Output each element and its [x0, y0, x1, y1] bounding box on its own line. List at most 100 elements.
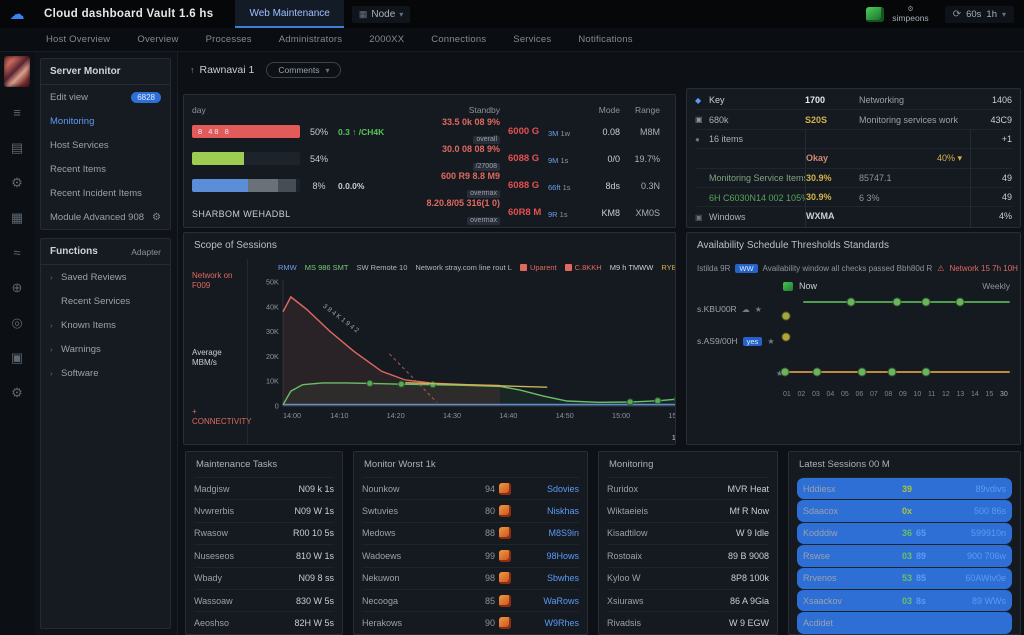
list-item[interactable]: RwasowR00 10 5s [194, 522, 334, 544]
sidebar-item-edit-view[interactable]: Edit view6828 [41, 85, 170, 109]
overview-row[interactable]: SHARBOM WEHADBL8.20.8/05 316(1 0)overmax… [192, 199, 667, 226]
item-link[interactable]: Niskhas [517, 506, 579, 516]
list-item[interactable]: KisadtilowW 9 Idle [607, 522, 769, 544]
sidebar-item-recent-services[interactable]: Recent Services [41, 289, 170, 313]
item-link[interactable]: 89vdivs [946, 484, 1006, 494]
list-item[interactable]: Medows88M8S9in [362, 522, 579, 544]
sidebar-item-recent-incident-items[interactable]: Recent Incident Items [41, 181, 170, 205]
info-row[interactable]: ▣WindowsWXMA4% [695, 207, 1012, 226]
signal-icon[interactable]: ≈ [0, 235, 34, 270]
legend-item[interactable]: RMW [278, 263, 297, 272]
info-row[interactable]: ◆Key1700Networking1406 [695, 91, 1012, 110]
tab-administrators[interactable]: Administrators [279, 34, 343, 45]
list-item[interactable]: Xsaackov038s89 WWs [797, 589, 1012, 611]
info-row[interactable]: ▣680kS20SMonitoring services work43C9 [695, 110, 1012, 129]
weekly-label[interactable]: Weekly [982, 281, 1010, 291]
overview-row[interactable]: 8%0.0.0%600 R9 8.8 M9overmax6088 G66ft 1… [192, 172, 667, 199]
item-link[interactable]: Sbwhes [517, 573, 579, 583]
tab-host-overview[interactable]: Host Overview [46, 34, 110, 45]
grid-icon[interactable]: ▦ [0, 200, 34, 235]
item-link[interactable]: Sdovies [517, 484, 579, 494]
availability-row[interactable]: s.KBU00R☁★ [687, 293, 1020, 325]
legend-item[interactable]: MS 986 SMT [305, 263, 349, 272]
tab-overview[interactable]: Overview [137, 34, 178, 45]
list-item[interactable]: Hddiesx3989vdivs [797, 477, 1012, 499]
list-item[interactable]: Kodddiw3665599910n [797, 522, 1012, 544]
list-item[interactable]: Nounkow94Sdovies [362, 477, 579, 499]
status-dot-icon[interactable] [956, 298, 965, 307]
item-link[interactable]: 89 WWs [946, 596, 1006, 606]
header-active-tab[interactable]: Web Maintenance [235, 0, 343, 28]
item-link[interactable]: 98Hows [517, 551, 579, 561]
list-item[interactable]: Wassoaw830 W 5s [194, 589, 334, 611]
dashboard-icon[interactable]: ▤ [0, 130, 34, 165]
status-dot-icon[interactable] [782, 312, 791, 321]
list-item[interactable]: Xsiuraws86 A 9Gia [607, 589, 769, 611]
gear-icon[interactable]: ⚙ [152, 212, 161, 223]
item-link[interactable]: WaRows [517, 596, 579, 606]
list-item[interactable]: WiktaeieisMf R Now [607, 499, 769, 521]
status-dot-icon[interactable] [922, 368, 931, 377]
list-item[interactable]: Aeoshso82H W 5s [194, 611, 334, 633]
item-link[interactable]: 900 706w [946, 551, 1006, 561]
item-link[interactable]: M8S9in [517, 528, 579, 538]
list-item[interactable]: RuridoxMVR Heat [607, 477, 769, 499]
list-item[interactable]: Sdaacox0x500 86s [797, 499, 1012, 521]
status-dot-icon[interactable] [782, 333, 791, 342]
availability-badge[interactable]: WW [735, 264, 757, 273]
item-link[interactable]: W9Rhes [517, 618, 579, 628]
status-dot-icon[interactable] [781, 368, 790, 377]
sidebar-item-saved-reviews[interactable]: ›Saved Reviews [41, 265, 170, 289]
list-item[interactable]: MadgiswN09 k 1s [194, 477, 334, 499]
legend-item[interactable]: C.8KKH [565, 263, 602, 272]
item-link[interactable]: 500 86s [946, 506, 1006, 516]
availability-row[interactable]: s.AS9/00Hyes★ [687, 325, 1020, 357]
list-item[interactable]: Acdidet [797, 611, 1012, 633]
legend-item[interactable]: Network stray.com line rout L [415, 263, 512, 272]
item-link[interactable]: 599910n [946, 528, 1006, 538]
overview-row[interactable]: 54%30.0 08 08 9%/270086088 G9M 1s0/019.7… [192, 145, 667, 172]
status-dot-icon[interactable] [922, 298, 931, 307]
tab-notifications[interactable]: Notifications [578, 34, 632, 45]
sidebar-item-known-items[interactable]: ›Known Items [41, 313, 170, 337]
comments-pill-button[interactable]: Comments ▾ [266, 62, 341, 78]
list-item[interactable]: Rrvenos538560AWiv0e [797, 567, 1012, 589]
menu-icon[interactable]: ≡ [0, 95, 34, 130]
list-item[interactable]: Necooga85WaRows [362, 589, 579, 611]
sidebar-item-warnings[interactable]: ›Warnings [41, 337, 170, 361]
list-item[interactable]: Rswse0389900 706w [797, 544, 1012, 566]
info-row[interactable]: 6H C6030N14 002 105%30.9%6 3%49 [695, 188, 1012, 207]
status-dot-icon[interactable] [858, 368, 867, 377]
overview-row[interactable]: 8 48 850%0.3 ↑ /CH4K33.5 0k 08 9%overall… [192, 118, 667, 145]
sidebar-panel2-right-label[interactable]: Adapter [131, 247, 161, 257]
user-menu[interactable]: ⚙ simpeons [892, 6, 928, 23]
list-item[interactable]: NvwrerbisN09 W 1s [194, 499, 334, 521]
list-item[interactable]: Wadoews9998Hows [362, 544, 579, 566]
item-link[interactable]: 60AWiv0e [946, 573, 1006, 583]
legend-item[interactable]: Uparent [520, 263, 557, 272]
settings-icon[interactable]: ⚙ [0, 375, 34, 410]
list-item[interactable]: Rostoaix89 B 9008 [607, 544, 769, 566]
info-row[interactable]: Okay40% ▾ [695, 149, 1012, 168]
status-dot-icon[interactable] [847, 298, 856, 307]
availability-row[interactable]: ★ [687, 357, 1020, 389]
sidebar-item-monitoring[interactable]: Monitoring [41, 109, 170, 133]
list-item[interactable]: Swtuvies80Niskhas [362, 499, 579, 521]
tab-2000xx[interactable]: 2000XX [369, 34, 404, 45]
legend-item[interactable]: RYBW [661, 263, 676, 272]
app-logo-icon[interactable]: ☁ [0, 5, 34, 23]
tab-processes[interactable]: Processes [206, 34, 252, 45]
status-dot-icon[interactable] [892, 298, 901, 307]
target-icon[interactable]: ◎ [0, 305, 34, 340]
plus-icon[interactable]: ⊕ [0, 270, 34, 305]
sidebar-item-module-advanced-908[interactable]: Module Advanced 908⚙ [41, 205, 170, 229]
avatar[interactable] [4, 56, 30, 87]
list-item[interactable]: Nuseseos810 W 1s [194, 544, 334, 566]
list-item[interactable]: Kyloo W8P8 100k [607, 567, 769, 589]
tab-connections[interactable]: Connections [431, 34, 486, 45]
legend-item[interactable]: SW Remote 10 [357, 263, 408, 272]
refresh-control[interactable]: ⟳ 60s 1h ▾ [945, 6, 1014, 23]
legend-item[interactable]: M9 h TMWW [610, 263, 654, 272]
apps-icon[interactable]: ▣ [0, 340, 34, 375]
status-dot-icon[interactable] [887, 368, 896, 377]
